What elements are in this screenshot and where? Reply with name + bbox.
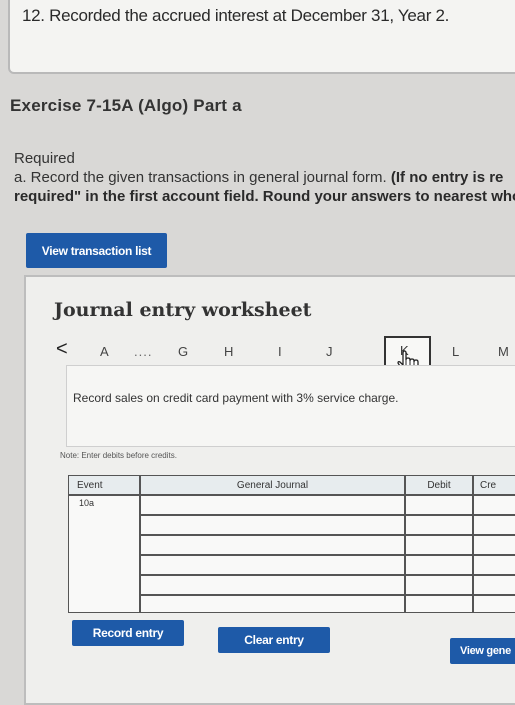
instructions-normal-text: a. Record the given transactions in gene… [14, 169, 391, 186]
prev-arrow-icon[interactable]: < [56, 338, 68, 361]
tab-g[interactable]: G [178, 344, 188, 359]
instructions-bold-text: (If no entry is re [390, 169, 504, 186]
previous-item-text: 12. Recorded the accrued interest at Dec… [22, 6, 450, 25]
credit-input-row-1[interactable] [473, 495, 515, 515]
record-entry-button[interactable]: Record entry [72, 620, 184, 646]
debit-input-row-6[interactable] [405, 595, 473, 613]
debit-input-row-3[interactable] [405, 535, 473, 555]
account-input-row-4[interactable] [140, 555, 405, 575]
debit-input-row-2[interactable] [405, 515, 473, 535]
event-header: Event [68, 475, 140, 495]
credit-input-row-2[interactable] [473, 515, 515, 535]
debit-input-row-5[interactable] [405, 575, 473, 595]
previous-item-card: 12. Recorded the accrued interest at Dec… [8, 0, 515, 74]
credit-input-row-6[interactable] [473, 595, 515, 613]
debit-input-row-1[interactable] [405, 495, 473, 515]
transaction-description: Record sales on credit card payment with… [73, 391, 399, 405]
credit-input-row-5[interactable] [473, 575, 515, 595]
view-transaction-list-button[interactable]: View transaction list [26, 233, 167, 268]
debit-input-row-4[interactable] [405, 555, 473, 575]
event-cell: 10a [68, 495, 140, 613]
view-general-journal-button[interactable]: View gene [450, 638, 515, 664]
tab-i[interactable]: I [278, 344, 282, 359]
tab-m[interactable]: M [498, 344, 509, 359]
tab-a[interactable]: A [100, 344, 109, 359]
transaction-description-box: Record sales on credit card payment with… [66, 365, 515, 447]
general-journal-header: General Journal [140, 475, 405, 495]
credit-input-row-4[interactable] [473, 555, 515, 575]
worksheet-title: Journal entry worksheet [54, 299, 312, 321]
clear-entry-button[interactable]: Clear entry [218, 627, 330, 653]
tab-ellipsis: .... [134, 344, 153, 359]
credit-input-row-3[interactable] [473, 535, 515, 555]
exercise-title: Exercise 7-15A (Algo) Part a [10, 96, 242, 115]
debits-credits-note: Note: Enter debits before credits. [60, 451, 177, 460]
tab-l[interactable]: L [452, 344, 459, 359]
required-instructions-line2: required" in the first account field. Ro… [14, 188, 515, 205]
account-input-row-3[interactable] [140, 535, 405, 555]
account-input-row-2[interactable] [140, 515, 405, 535]
required-instructions-line1: a. Record the given transactions in gene… [14, 169, 503, 186]
debit-header: Debit [405, 475, 473, 495]
credit-header: Cre [473, 475, 515, 495]
account-input-row-1[interactable] [140, 495, 405, 515]
tab-h[interactable]: H [224, 344, 233, 359]
account-input-row-6[interactable] [140, 595, 405, 613]
account-input-row-5[interactable] [140, 575, 405, 595]
required-heading: Required [14, 150, 75, 167]
tab-j[interactable]: J [326, 344, 333, 359]
journal-table: Event General Journal Debit Cre 10a [68, 475, 515, 615]
